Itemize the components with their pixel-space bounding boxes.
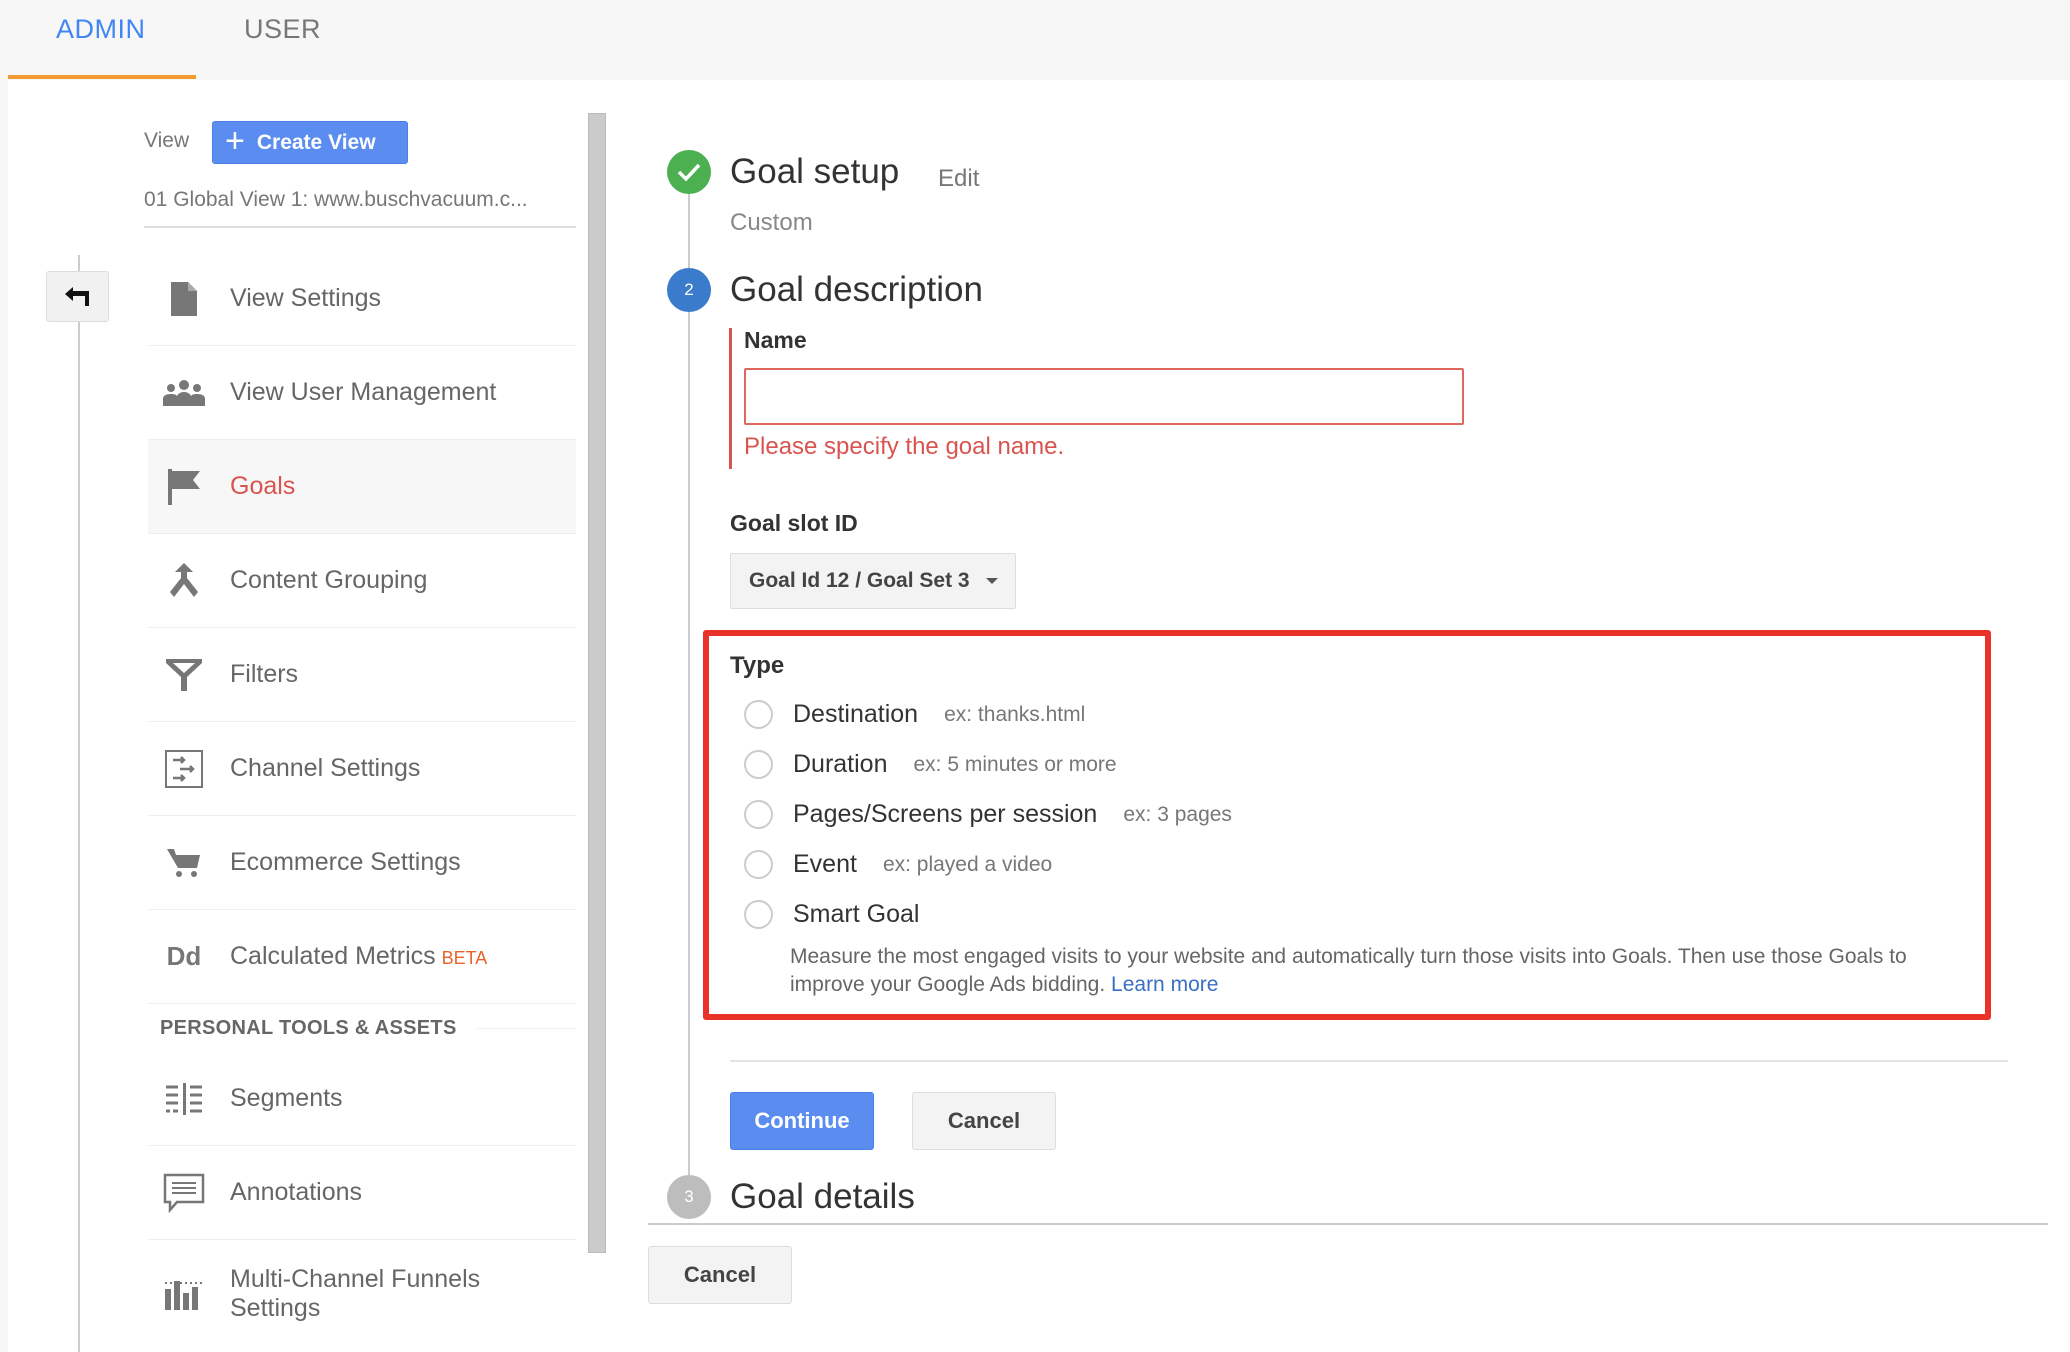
create-view-label: Create View (256, 130, 376, 154)
channel-icon (158, 749, 210, 789)
sidebar-item-goals[interactable]: Goals (148, 440, 576, 534)
goal-slot-value: Goal Id 12 / Goal Set 3 (749, 569, 970, 592)
radio-button[interactable] (744, 900, 773, 929)
step3-title: Goal details (730, 1177, 915, 1216)
option-example: ex: thanks.html (944, 702, 1086, 726)
dd-icon: Dd (166, 941, 202, 971)
option-label: Smart Goal (793, 900, 920, 928)
step1-subtitle: Custom (730, 209, 813, 236)
people-icon (158, 379, 210, 407)
sidebar-item-multi-channel-funnels[interactable]: Multi-Channel Funnels Settings (148, 1240, 576, 1348)
tab-bar: ADMIN USER (0, 0, 2070, 80)
step-connector (688, 312, 690, 1175)
cart-icon (158, 847, 210, 879)
sidebar-item-label: Segments (230, 1084, 343, 1112)
sidebar-item-label: View Settings (230, 284, 382, 312)
step-connector (688, 194, 690, 268)
create-view-button[interactable]: + Create View (212, 121, 408, 164)
tab-user[interactable]: USER (244, 14, 321, 45)
option-label: Pages/Screens per session (793, 800, 1098, 828)
sidebar-scrollbar[interactable] (588, 113, 606, 1253)
goal-slot-dropdown[interactable]: Goal Id 12 / Goal Set 3 (730, 553, 1016, 609)
sidebar-item-view-user-management[interactable]: View User Management (148, 346, 576, 440)
section-title: PERSONAL TOOLS & ASSETS (160, 1016, 457, 1039)
type-option-event[interactable]: Event ex: played a video (744, 850, 1052, 879)
segments-icon (158, 1082, 210, 1116)
sidebar-item-calculated-metrics[interactable]: Dd Calculated Metrics BETA (148, 910, 576, 1004)
section-divider (648, 1223, 2048, 1225)
radio-button[interactable] (744, 850, 773, 879)
name-label: Name (744, 327, 807, 353)
sidebar-item-ecommerce-settings[interactable]: Ecommerce Settings (148, 816, 576, 910)
sidebar-item-label: Filters (230, 660, 299, 688)
type-option-destination[interactable]: Destination ex: thanks.html (744, 700, 1085, 729)
cancel-goal-button[interactable]: Cancel (648, 1246, 792, 1304)
back-button[interactable] (46, 271, 109, 322)
goal-slot-label: Goal slot ID (730, 510, 858, 536)
continue-button[interactable]: Continue (730, 1092, 874, 1150)
option-label: Duration (793, 750, 888, 778)
type-option-smart-goal[interactable]: Smart Goal (744, 900, 919, 929)
type-option-pages-per-session[interactable]: Pages/Screens per session ex: 3 pages (744, 800, 1232, 829)
sidebar-item-filters[interactable]: Filters (148, 628, 576, 722)
radio-button[interactable] (744, 700, 773, 729)
view-label: View (144, 129, 190, 152)
type-label: Type (730, 652, 785, 679)
sidebar-item-label: Channel Settings (230, 754, 421, 782)
sidebar-item-label: View User Management (230, 378, 497, 406)
beta-badge: BETA (441, 948, 488, 968)
sidebar-item-label: Goals (230, 472, 296, 500)
sidebar-nav: View Settings View User Management Goals… (148, 252, 576, 1348)
document-icon (158, 281, 210, 317)
step3-number: 3 (667, 1175, 711, 1219)
section-rule (476, 1027, 576, 1029)
option-label: Destination (793, 700, 919, 728)
step2-title: Goal description (730, 270, 983, 309)
sidebar-item-label: Calculated Metrics BETA (230, 942, 488, 970)
annotation-icon (158, 1173, 210, 1213)
learn-more-link[interactable]: Learn more (1111, 973, 1218, 996)
cancel-step-button[interactable]: Cancel (912, 1092, 1056, 1150)
option-label: Event (793, 850, 857, 878)
option-example: ex: 3 pages (1123, 802, 1232, 826)
filter-icon (158, 658, 210, 692)
sidebar-item-content-grouping[interactable]: Content Grouping (148, 534, 576, 628)
flag-icon (158, 468, 210, 506)
sidebar-item-label: Multi-Channel Funnels Settings (230, 1265, 481, 1322)
view-selector[interactable]: 01 Global View 1: www.buschvacuum.c... (144, 188, 576, 228)
sidebar-item-annotations[interactable]: Annotations (148, 1146, 576, 1240)
step-complete-check-icon (667, 150, 711, 194)
type-option-duration[interactable]: Duration ex: 5 minutes or more (744, 750, 1117, 779)
name-error-message: Please specify the goal name. (744, 433, 1065, 460)
option-example: ex: 5 minutes or more (913, 752, 1117, 776)
sidebar-item-view-settings[interactable]: View Settings (148, 252, 576, 346)
active-tab-indicator (8, 75, 196, 79)
option-example: ex: played a video (882, 852, 1053, 876)
error-indicator-bar (729, 328, 732, 469)
sidebar-item-label: Annotations (230, 1178, 363, 1206)
sidebar-item-label: Ecommerce Settings (230, 848, 461, 876)
merge-icon (158, 562, 210, 600)
smart-goal-description: Measure the most engaged visits to your … (790, 945, 1907, 996)
edit-goal-setup-link[interactable]: Edit (938, 165, 979, 193)
tab-admin[interactable]: ADMIN (56, 14, 146, 45)
chevron-down-icon (985, 578, 998, 584)
step2-number: 2 (667, 268, 711, 312)
goal-name-input[interactable] (744, 368, 1464, 425)
radio-button[interactable] (744, 800, 773, 829)
back-arrow-icon (64, 286, 89, 306)
form-divider (730, 1060, 2008, 1062)
sidebar-item-label: Content Grouping (230, 566, 428, 594)
step1-title: Goal setup (730, 152, 900, 191)
radio-button[interactable] (744, 750, 773, 779)
sidebar-item-channel-settings[interactable]: Channel Settings (148, 722, 576, 816)
sidebar-timeline-line (78, 255, 80, 1352)
sidebar-item-segments[interactable]: Segments (148, 1052, 576, 1146)
plus-icon: + (225, 122, 245, 160)
personal-tools-section-header: PERSONAL TOOLS & ASSETS (148, 1004, 576, 1052)
bar-chart-icon (158, 1277, 210, 1311)
